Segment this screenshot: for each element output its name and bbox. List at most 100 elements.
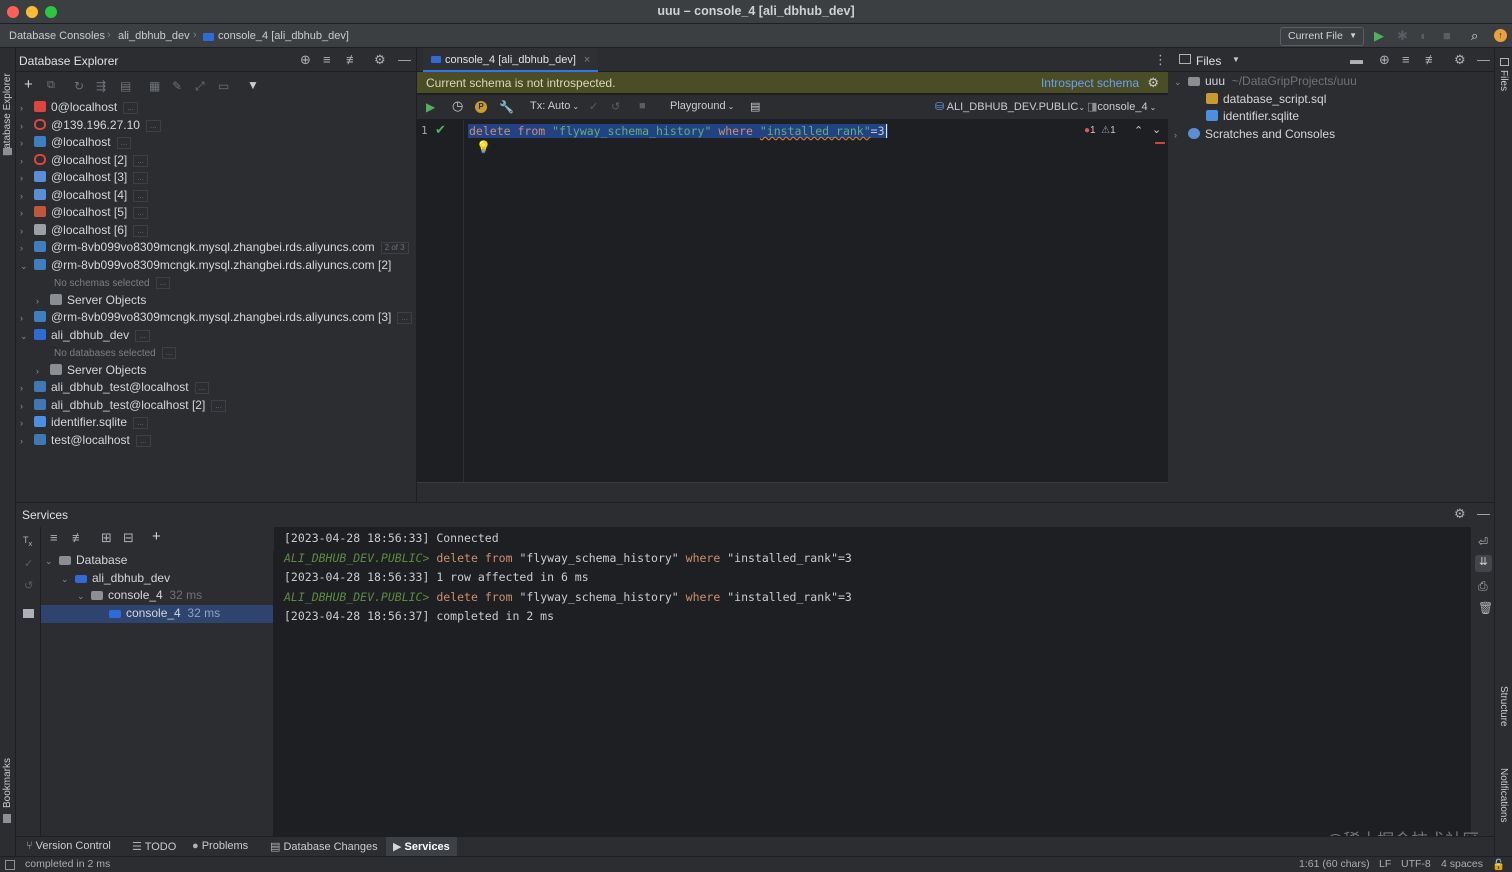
transaction-mode-select[interactable]: Tx: Auto ⌄ <box>530 100 579 112</box>
close-icon[interactable]: × <box>584 54 590 66</box>
tree-item[interactable]: ⌄ @rm-8vb099vo8309mcngk.mysql.zhangbei.rd… <box>20 257 416 275</box>
files-root-item[interactable]: ⌄ uuu ~/DataGripProjects/uuu <box>1174 73 1357 91</box>
tab-todo[interactable]: ☰ TODO <box>132 840 176 853</box>
locate-icon[interactable]: ⊕ <box>1379 52 1390 68</box>
caret-position[interactable]: 1:61 (60 chars) <box>1299 858 1370 870</box>
services-output[interactable]: [2023-04-28 18:56:33] Connected ALI_DBHUB… <box>274 527 1470 837</box>
code-editor[interactable]: delete from "flyway_schema_history" wher… <box>465 120 1167 482</box>
chevron-down-icon[interactable]: ⌄ <box>20 328 30 345</box>
schema-select[interactable]: ⛁ ALI_DBHUB_DEV.PUBLIC⌄ <box>935 100 1085 113</box>
filter-icon[interactable]: ⊟ <box>123 530 134 546</box>
expand-all-icon[interactable]: ≡ <box>323 52 331 67</box>
profile-icon[interactable]: P <box>475 101 487 113</box>
tree-item[interactable]: › @rm-8vb099vo8309mcngk.mysql.zhangbei.rd… <box>20 239 416 257</box>
chevron-right-icon[interactable]: › <box>20 380 30 397</box>
indent-setting[interactable]: 4 spaces <box>1441 858 1483 870</box>
expand-all-icon[interactable]: ≡ <box>50 530 58 545</box>
commit-icon[interactable]: ✓ <box>589 100 598 113</box>
tree-item-badge[interactable]: ... <box>133 172 148 184</box>
tree-item[interactable]: › @139.196.27.10... <box>20 117 416 135</box>
filter-icon[interactable]: ▼ <box>247 78 259 92</box>
chevron-right-icon[interactable]: › <box>20 100 30 117</box>
chevron-right-icon[interactable]: › <box>36 363 46 380</box>
locate-icon[interactable]: ⊕ <box>300 52 311 68</box>
inspection-summary[interactable]: ●1 ⚠1 <box>1084 125 1116 136</box>
services-item-session[interactable]: ⌄ console_4 32 ms <box>77 587 273 605</box>
tree-item-badge[interactable]: ... <box>194 382 210 394</box>
tree-item-badge[interactable]: ... <box>133 189 148 202</box>
soft-wrap-icon[interactable]: ⏎ <box>1478 535 1488 549</box>
transaction-icon[interactable]: Tx <box>23 535 32 548</box>
breadcrumb-console[interactable]: console_4 [ali_dbhub_dev] <box>218 30 349 42</box>
tab-services[interactable]: ▶ Services <box>386 837 457 857</box>
layout-icon[interactable] <box>23 609 34 618</box>
chevron-right-icon[interactable]: › <box>20 240 30 257</box>
collapse-all-icon[interactable]: ≢ <box>72 530 85 545</box>
tree-item[interactable]: › identifier.sqlite... <box>20 414 416 432</box>
error-stripe-marker[interactable] <box>1155 142 1165 144</box>
wrench-icon[interactable]: 🔧 <box>499 100 514 114</box>
breadcrumb-ali-dbhub-dev[interactable]: ali_dbhub_dev <box>118 30 190 42</box>
tab-version-control[interactable]: ⑂ Version Control <box>26 840 111 852</box>
rollback-icon[interactable]: ↺ <box>24 579 33 592</box>
duplicate-icon[interactable]: ⧉ <box>47 79 55 92</box>
edit-icon[interactable]: ✎ <box>172 79 182 93</box>
code-line[interactable]: delete from "flyway_schema_history" wher… <box>468 124 888 138</box>
services-item-database[interactable]: ⌄ Database <box>45 552 273 570</box>
open-folder-icon[interactable]: ▬ <box>1350 52 1363 67</box>
stop-icon[interactable]: ■ <box>1443 29 1451 43</box>
refresh-icon[interactable]: ↻ <box>74 79 84 93</box>
tree-item[interactable]: › @localhost [4]... <box>20 187 416 205</box>
tree-item[interactable]: › @localhost... <box>20 134 416 152</box>
tree-item-badge[interactable]: ... <box>145 119 161 132</box>
tree-item-badge[interactable]: ... <box>155 277 171 289</box>
run-icon[interactable]: ▶ <box>1374 29 1384 43</box>
expand-all-icon[interactable]: ≡ <box>1402 52 1410 67</box>
history-icon[interactable]: ◷ <box>452 98 463 114</box>
tree-item[interactable]: › @localhost [3]... <box>20 169 416 187</box>
previous-highlight-icon[interactable]: ⌃ <box>1134 124 1143 137</box>
files-strip-button[interactable]: Files <box>1498 70 1509 91</box>
tree-item-badge[interactable]: ... <box>133 224 148 237</box>
clear-icon[interactable]: 🗑 <box>1478 601 1493 615</box>
notifications-strip-button[interactable]: Notifications <box>1498 768 1509 822</box>
coverage-icon[interactable]: ◐ <box>1420 29 1428 43</box>
session-select[interactable]: ◨console_4 ⌄ <box>1087 100 1156 113</box>
tree-item[interactable]: › @localhost [6]... <box>20 222 416 240</box>
result-view-icon[interactable]: ▤ <box>750 100 760 113</box>
tree-item[interactable]: › @localhost [2]... <box>20 152 416 170</box>
collapse-all-icon[interactable]: ≢ <box>1425 52 1438 67</box>
chevron-right-icon[interactable]: › <box>20 223 30 240</box>
tree-item-badge[interactable]: ... <box>133 417 148 429</box>
intention-bulb-icon[interactable]: 💡 <box>476 140 491 154</box>
tree-item-badge[interactable]: ... <box>133 154 148 167</box>
tree-item[interactable]: › @localhost [5]... <box>20 204 416 222</box>
tree-item[interactable]: › Server Objects <box>20 292 416 310</box>
file-item[interactable]: database_script.sql <box>1206 91 1326 109</box>
chevron-down-icon[interactable]: ▼ <box>1232 55 1240 64</box>
chevron-right-icon[interactable]: › <box>20 188 30 205</box>
tree-item-badge[interactable]: ... <box>133 207 148 219</box>
editor-horizontal-scrollbar[interactable] <box>417 482 1169 502</box>
chevron-right-icon[interactable]: › <box>20 153 30 170</box>
tree-item-badge[interactable]: ... <box>135 329 150 342</box>
collapse-all-icon[interactable]: ≢ <box>346 52 359 67</box>
run-configuration-select[interactable]: Current File ▼ <box>1280 27 1364 46</box>
chevron-right-icon[interactable]: › <box>20 170 30 187</box>
chevron-right-icon[interactable]: › <box>20 433 30 450</box>
introspect-schema-link[interactable]: Introspect schema <box>1041 76 1139 90</box>
services-item-datasource[interactable]: ⌄ ali_dbhub_dev <box>61 570 273 588</box>
hide-icon[interactable]: — <box>1477 52 1490 67</box>
tree-item-badge[interactable]: 2 of 3 <box>380 242 409 254</box>
print-icon[interactable]: ⎙ <box>1478 579 1488 594</box>
tree-item-badge[interactable]: ... <box>116 137 132 149</box>
toggle-tool-windows-icon[interactable] <box>5 860 15 870</box>
debug-icon[interactable]: ✱ <box>1397 29 1408 43</box>
console-icon[interactable]: ▭ <box>218 79 229 93</box>
lock-icon[interactable]: 🔓 <box>1492 858 1505 871</box>
add-icon[interactable]: + <box>24 76 33 93</box>
services-item-console[interactable]: console_4 32 ms <box>41 605 273 623</box>
rollback-icon[interactable]: ↺ <box>611 100 620 113</box>
tree-item[interactable]: ⌄ ali_dbhub_dev... <box>20 327 416 345</box>
tree-item-badge[interactable]: ... <box>135 434 151 447</box>
